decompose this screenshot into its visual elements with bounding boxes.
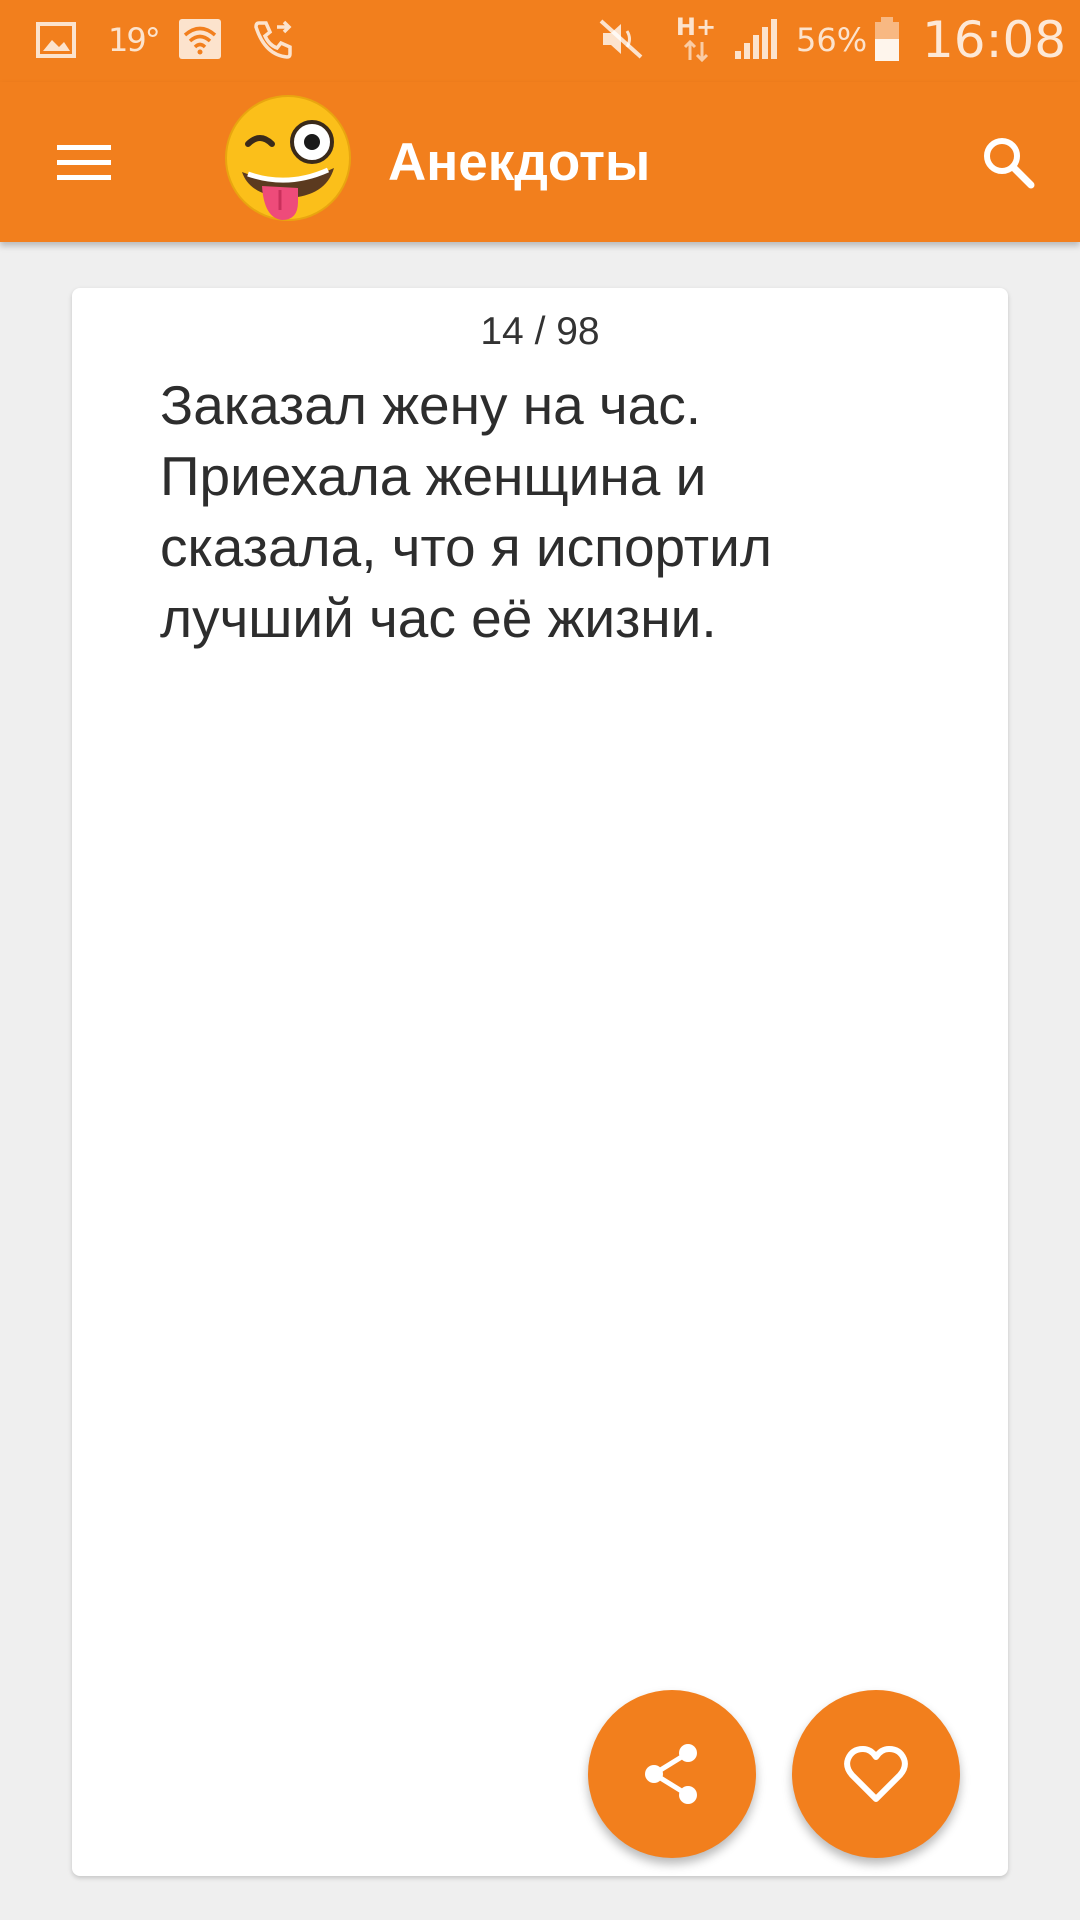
- battery-percent-label: 56%: [796, 21, 868, 59]
- temperature-label: 19°: [108, 21, 161, 59]
- menu-button[interactable]: [36, 120, 132, 204]
- menu-icon: [55, 142, 113, 182]
- call-forward-icon: [250, 16, 296, 62]
- favorite-button[interactable]: [792, 1690, 960, 1858]
- heart-icon: [844, 1745, 908, 1803]
- screen: 19° H+ 56% 16:08 Анекдоты 14 / 98 Заказа…: [0, 0, 1080, 1920]
- signal-icon: [730, 16, 780, 62]
- wifi-icon: [176, 16, 224, 62]
- battery-icon: [872, 14, 902, 64]
- network-type-label: H+: [675, 13, 717, 41]
- mute-icon: [596, 16, 646, 62]
- joke-counter: 14 / 98: [480, 310, 600, 353]
- network-type-icon: H+: [672, 10, 720, 66]
- clock-label: 16:08: [922, 11, 1067, 69]
- app-title: Анекдоты: [388, 133, 651, 192]
- search-icon: [980, 134, 1036, 190]
- gallery-icon: [34, 20, 78, 60]
- share-button[interactable]: [588, 1690, 756, 1858]
- app-logo: [222, 92, 354, 224]
- joke-text: Заказал жену на час. Приехала женщина и …: [160, 374, 772, 649]
- joke-card: 14 / 98 Заказал жену на час. Приехала же…: [72, 288, 1008, 1876]
- search-button[interactable]: [964, 120, 1052, 204]
- status-bar: 19° H+ 56% 16:08: [0, 0, 1080, 82]
- app-bar: Анекдоты: [0, 82, 1080, 242]
- share-icon: [642, 1741, 702, 1807]
